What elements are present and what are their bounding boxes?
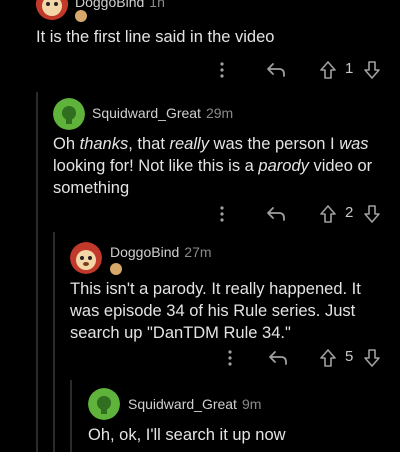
avatar[interactable] <box>88 388 120 420</box>
comment-author[interactable]: Squidward_Great <box>92 105 201 121</box>
text-segment: , that <box>128 135 170 153</box>
comment-2: Squidward_Great 29m Oh thanks, that real… <box>0 90 400 230</box>
comment-time: 9m <box>241 396 262 412</box>
text-segment: was the person I <box>208 135 340 153</box>
flair-icon <box>110 263 122 275</box>
comment-1: DoggoBind 1h It is the first line said i… <box>0 0 400 90</box>
comment-actions: 5 <box>0 346 400 370</box>
flair-icon <box>75 10 87 22</box>
more-options-icon[interactable] <box>222 346 238 370</box>
comment-body: Oh thanks, that really was the person I … <box>53 133 383 199</box>
upvote-arrow-icon[interactable] <box>318 202 338 226</box>
comment-actions: 2 <box>0 202 400 226</box>
comment-body: This isn't a parody. It really happened.… <box>70 280 361 342</box>
vote-count: 1 <box>345 60 354 77</box>
comment-author[interactable]: DoggoBind <box>110 244 179 260</box>
comment-3: DoggoBind 27m This isn't a parody. It re… <box>0 230 400 380</box>
text-emphasis: thanks <box>79 135 129 153</box>
vote-count: 5 <box>345 348 354 365</box>
upvote-arrow-icon[interactable] <box>318 346 338 370</box>
comment-time: 29m <box>205 105 234 121</box>
downvote-arrow-icon[interactable] <box>362 346 382 370</box>
more-options-icon[interactable] <box>214 202 230 226</box>
reply-arrow-icon[interactable] <box>264 202 288 226</box>
avatar[interactable] <box>70 242 102 274</box>
comment-author[interactable]: Squidward_Great <box>128 396 237 412</box>
downvote-arrow-icon[interactable] <box>362 202 382 226</box>
comment-actions: 1 <box>0 58 400 82</box>
avatar[interactable] <box>53 98 85 130</box>
vote-count: 2 <box>345 204 354 221</box>
upvote-arrow-icon[interactable] <box>318 58 338 82</box>
comment-time: 27m <box>184 244 212 260</box>
text-segment: Oh <box>53 135 80 153</box>
comment-body: It is the first line said in the video <box>36 28 275 46</box>
comment-4: Squidward_Great 9m Oh, ok, I'll search i… <box>0 380 400 452</box>
text-emphasis: was <box>339 135 369 153</box>
text-segment: looking for! Not like this is a <box>53 157 259 175</box>
comment-author[interactable]: DoggoBind <box>75 0 144 10</box>
downvote-arrow-icon[interactable] <box>362 58 382 82</box>
comment-body: Oh, ok, I'll search it up now <box>88 426 286 444</box>
text-emphasis: really <box>169 135 209 153</box>
text-emphasis: parody <box>258 157 309 175</box>
avatar[interactable] <box>36 0 68 20</box>
comment-time: 1h <box>149 0 165 10</box>
reply-arrow-icon[interactable] <box>266 346 290 370</box>
reply-arrow-icon[interactable] <box>264 58 288 82</box>
more-options-icon[interactable] <box>214 58 230 82</box>
